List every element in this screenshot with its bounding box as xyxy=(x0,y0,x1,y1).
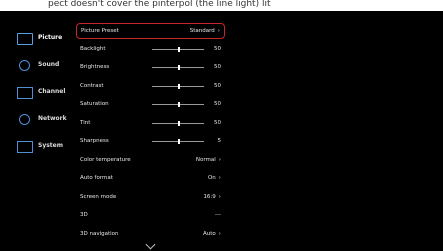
menu-row-value: 5 xyxy=(218,138,222,144)
menu-row-value: Normal › xyxy=(196,157,221,163)
sidebar-item-channel[interactable]: Channel xyxy=(11,81,67,105)
value-slider[interactable] xyxy=(152,120,204,126)
sidebar-item-label: Channel xyxy=(38,88,66,95)
menu-row[interactable]: 3D --- xyxy=(76,208,225,224)
speaker-icon xyxy=(19,60,30,71)
sidebar-item-picture[interactable]: Picture xyxy=(11,27,67,51)
menu-row[interactable]: Contrast 50 xyxy=(76,79,225,95)
slider-knob[interactable] xyxy=(178,83,180,89)
menu-row-value-text: 50 xyxy=(214,101,221,107)
menu-row[interactable]: Auto format On › xyxy=(76,171,225,187)
menu-row-value: 50 xyxy=(214,120,221,126)
slider-knob[interactable] xyxy=(178,120,180,126)
menu-row[interactable]: Brightness 50 xyxy=(76,60,225,76)
menu-row-label: Screen mode xyxy=(80,193,117,200)
chevron-right-icon: › xyxy=(218,156,221,163)
menu-row-value: --- xyxy=(215,212,221,218)
menu-row-label: Sharpness xyxy=(80,138,109,144)
menu-row-value: Standard › xyxy=(190,28,220,34)
value-slider[interactable] xyxy=(152,102,204,107)
menu-row[interactable]: Picture Preset Standard › xyxy=(76,23,225,39)
menu-row[interactable]: Tint 50 xyxy=(76,116,225,132)
menu-row-value: On › xyxy=(208,175,221,181)
menu-row-value-text: --- xyxy=(215,212,221,218)
menu-row-value-text: 50 xyxy=(214,64,221,70)
menu-row-label: 3D xyxy=(80,212,88,218)
menu-row-label: Tint xyxy=(80,119,91,126)
slider-knob[interactable] xyxy=(178,139,180,144)
sidebar-item-label: System xyxy=(38,142,63,149)
menu-row-label: Backlight xyxy=(80,45,106,52)
sidebar-item-sound[interactable]: Sound xyxy=(11,54,67,78)
sidebar-item-label: Network xyxy=(38,115,67,122)
chevron-right-icon: › xyxy=(218,230,221,237)
chevron-right-icon: › xyxy=(218,175,221,181)
menu-row[interactable]: Screen mode 16:9 › xyxy=(76,190,225,206)
slider-knob[interactable] xyxy=(178,46,180,52)
menu-row-label: Contrast xyxy=(80,82,104,89)
menu-row-value-text: 50 xyxy=(214,45,221,52)
chevron-right-icon: › xyxy=(218,193,221,200)
menu-row-value-text: 5 xyxy=(217,138,222,144)
menu-row-value: 50 xyxy=(214,46,221,52)
menu-row-label: Auto format xyxy=(80,175,113,181)
globe-icon xyxy=(19,114,30,125)
sidebar-item-network[interactable]: Network xyxy=(11,108,67,132)
caption-strip: pect doesn't cover the pinterpol (the li… xyxy=(0,0,443,11)
menu-row-label: 3D navigation xyxy=(80,230,119,237)
menu-row[interactable]: Color temperature Normal › xyxy=(76,153,225,169)
menu-row[interactable]: Backlight 50 xyxy=(76,42,225,58)
menu-row-value: 50 xyxy=(214,83,221,89)
value-slider[interactable] xyxy=(152,46,204,52)
monitor-icon xyxy=(17,33,33,45)
chevron-right-icon: › xyxy=(217,28,220,34)
menu-row-value: Auto › xyxy=(203,231,221,237)
value-slider[interactable] xyxy=(152,139,204,144)
menu-row-value-text: 50 xyxy=(214,82,221,89)
slider-knob[interactable] xyxy=(178,65,180,70)
menu-row-value-text: Standard xyxy=(189,28,215,34)
menu-row-value: 50 xyxy=(214,101,221,107)
menu-row-label: Brightness xyxy=(80,64,110,70)
sidebar-item-system[interactable]: System xyxy=(11,135,67,159)
sidebar-item-label: Sound xyxy=(38,61,60,68)
settings-icon xyxy=(17,141,33,153)
menu-row-value-text: Normal xyxy=(195,156,216,163)
menu-row-label: Color temperature xyxy=(80,156,131,163)
menu-row-value: 16:9 › xyxy=(203,194,221,200)
slider-knob[interactable] xyxy=(178,102,180,107)
menu-row-value-text: Auto xyxy=(203,230,216,237)
tv-icon xyxy=(17,87,33,99)
settings-sidebar: Picture Sound Channel Network System xyxy=(11,27,67,162)
value-slider[interactable] xyxy=(152,83,204,89)
menu-row-value: 50 xyxy=(214,64,221,70)
menu-row-value-text: 50 xyxy=(214,119,221,126)
menu-row-label: Saturation xyxy=(80,101,109,107)
menu-row-label: Picture Preset xyxy=(81,28,119,34)
menu-row[interactable]: Sharpness 5 xyxy=(76,134,225,150)
caption-text: pect doesn't cover the pinterpol (the li… xyxy=(48,0,271,9)
menu-row-value-text: 16:9 xyxy=(203,193,216,200)
picture-settings-panel: Picture Preset Standard › Backlight 50 Bright… xyxy=(69,13,230,251)
value-slider[interactable] xyxy=(152,65,204,70)
menu-row[interactable]: Saturation 50 xyxy=(76,97,225,113)
sidebar-item-label: Picture xyxy=(38,34,63,41)
menu-row-value-text: On xyxy=(207,175,216,181)
